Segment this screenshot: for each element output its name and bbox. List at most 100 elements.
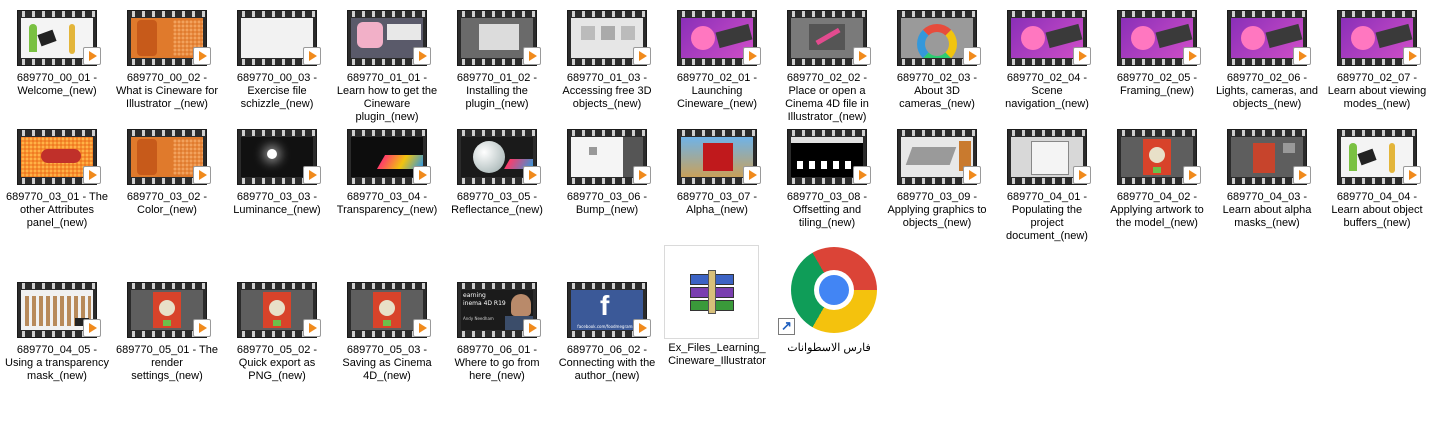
- video-file-item[interactable]: 689770_02_04 - Scene navigation_(new): [995, 3, 1099, 113]
- video-file-item[interactable]: 689770_04_04 - Learn about object buffer…: [1325, 122, 1429, 232]
- file-name-label: 689770_02_03 - About 3D cameras_(new): [896, 72, 978, 110]
- thumb-text: facebook.com/foodmegrammy: [577, 324, 639, 329]
- film-strip: [1118, 11, 1196, 17]
- file-name-label: 689770_03_08 - Offsetting and tiling_(ne…: [786, 191, 868, 229]
- play-icon: [303, 319, 321, 337]
- file-name-label: 689770_04_03 - Learn about alpha masks_(…: [1222, 191, 1312, 229]
- file-name-label: 689770_02_01 - Launching Cineware_(new): [676, 72, 758, 110]
- video-file-item[interactable]: 689770_03_07 - Alpha_(new): [665, 122, 769, 232]
- video-file-item[interactable]: 689770_03_05 - Reflectance_(new): [445, 122, 549, 232]
- film-strip: [568, 283, 646, 289]
- thumb-text: earning: [463, 292, 486, 299]
- play-icon: [633, 319, 651, 337]
- video-file-item[interactable]: 689770_05_03 - Saving as Cinema 4D_(new): [335, 275, 439, 385]
- film-strip: [348, 130, 426, 136]
- play-icon: [523, 47, 541, 65]
- file-name-label: 689770_03_02 - Color_(new): [126, 191, 208, 216]
- video-file-item[interactable]: 689770_02_05 - Framing_(new): [1105, 3, 1209, 113]
- video-file-item[interactable]: 689770_05_02 - Quick export as PNG_(new): [225, 275, 329, 385]
- film-strip: [788, 130, 866, 136]
- chrome-shortcut-item[interactable]: فارس الاسطوانات: [777, 245, 881, 365]
- film-strip: [128, 283, 206, 289]
- video-file-item[interactable]: 689770_00_03 - Exercise file schizzle_(n…: [225, 3, 329, 113]
- film-strip: [1118, 130, 1196, 136]
- winrar-archive-icon: [664, 245, 759, 339]
- facebook-logo: f: [600, 290, 610, 321]
- play-icon: [743, 47, 761, 65]
- file-grid: 689770_00_01 - Welcome_(new) 689770_00_02…: [0, 0, 1441, 425]
- video-file-item[interactable]: 689770_04_03 - Learn about alpha masks_(…: [1215, 122, 1319, 232]
- video-file-item[interactable]: 689770_02_02 - Place or open a Cinema 4D…: [775, 3, 879, 123]
- film-strip: [128, 130, 206, 136]
- file-name-label: 689770_05_02 - Quick export as PNG_(new): [236, 344, 318, 382]
- video-file-item[interactable]: 689770_03_08 - Offsetting and tiling_(ne…: [775, 122, 879, 232]
- play-icon: [633, 166, 651, 184]
- film-strip: [1008, 11, 1086, 17]
- file-name-label: 689770_02_04 - Scene navigation_(new): [1005, 72, 1089, 110]
- play-icon: [743, 166, 761, 184]
- play-icon: [413, 166, 431, 184]
- film-strip: [458, 130, 536, 136]
- film-strip: [348, 11, 426, 17]
- video-file-item[interactable]: 689770_03_03 - Luminance_(new): [225, 122, 329, 232]
- archive-file-item[interactable]: Ex_Files_Learning_Cineware_Illustrator: [664, 245, 769, 385]
- video-file-item[interactable]: 689770_02_06 - Lights, cameras, and obje…: [1215, 3, 1319, 113]
- film-strip: [1228, 130, 1306, 136]
- video-file-item[interactable]: 689770_03_02 - Color_(new): [115, 122, 219, 232]
- file-name-label: 689770_02_05 - Framing_(new): [1116, 72, 1198, 97]
- archive-belt: [708, 270, 716, 314]
- video-file-item[interactable]: 689770_01_02 - Installing the plugin_(ne…: [445, 3, 549, 113]
- film-strip: [898, 11, 976, 17]
- film-strip: [458, 283, 536, 289]
- file-name-label: 689770_05_01 - The render settings_(new): [116, 344, 218, 382]
- video-file-item[interactable]: 689770_04_05 - Using a transparency mask…: [5, 275, 109, 385]
- video-file-item[interactable]: 689770_01_03 - Accessing free 3D objects…: [555, 3, 659, 113]
- play-icon: [303, 47, 321, 65]
- play-icon: [193, 47, 211, 65]
- file-name-label: 689770_03_06 - Bump_(new): [566, 191, 648, 216]
- video-file-item[interactable]: f facebook.com/foodmegrammy 689770_06_02 -…: [555, 275, 659, 385]
- film-strip: [238, 130, 316, 136]
- video-file-item[interactable]: 689770_02_03 - About 3D cameras_(new): [885, 3, 989, 113]
- play-icon: [1403, 47, 1421, 65]
- thumb-text: inema 4D R19: [463, 300, 506, 307]
- video-file-item[interactable]: 689770_03_04 - Transparency_(new): [335, 122, 439, 232]
- file-name-label: 689770_06_01 - Where to go from here_(ne…: [454, 344, 540, 382]
- video-file-item[interactable]: earning inema 4D R19 Andy Needham 689770_06…: [445, 275, 549, 385]
- video-file-item[interactable]: 689770_04_01 - Populating the project do…: [995, 122, 1099, 242]
- film-strip: [348, 283, 426, 289]
- film-strip: [788, 11, 866, 17]
- video-file-item[interactable]: 689770_03_01 - The other Attributes pane…: [5, 122, 109, 232]
- play-icon: [83, 319, 101, 337]
- video-file-item[interactable]: 689770_03_06 - Bump_(new): [555, 122, 659, 232]
- video-file-item[interactable]: 689770_00_01 - Welcome_(new): [5, 3, 109, 113]
- file-name-label: Ex_Files_Learning_Cineware_Illustrator: [668, 342, 766, 367]
- film-strip: [1228, 11, 1306, 17]
- play-icon: [193, 166, 211, 184]
- play-icon: [413, 47, 431, 65]
- video-file-item[interactable]: 689770_01_01 - Learn how to get the Cine…: [335, 3, 439, 123]
- video-file-item[interactable]: 689770_00_02 - What is Cineware for Illu…: [115, 3, 219, 113]
- film-strip: [1338, 11, 1416, 17]
- video-file-item[interactable]: 689770_03_09 - Applying graphics to obje…: [885, 122, 989, 232]
- play-icon: [523, 319, 541, 337]
- video-file-item[interactable]: 689770_02_01 - Launching Cineware_(new): [665, 3, 769, 113]
- file-name-label: 689770_03_05 - Reflectance_(new): [451, 191, 543, 216]
- film-strip: [458, 11, 536, 17]
- video-file-item[interactable]: 689770_04_02 - Applying artwork to the m…: [1105, 122, 1209, 232]
- shortcut-arrow-icon: [778, 318, 795, 335]
- video-file-item[interactable]: 689770_05_01 - The render settings_(new): [115, 275, 219, 385]
- play-icon: [1073, 47, 1091, 65]
- file-name-label: 689770_06_02 - Connecting with the autho…: [558, 344, 656, 382]
- file-name-label: 689770_00_02 - What is Cineware for Illu…: [115, 72, 219, 110]
- film-strip: [1338, 130, 1416, 136]
- video-file-item[interactable]: 689770_02_07 - Learn about viewing modes…: [1325, 3, 1429, 113]
- file-name-label: 689770_00_03 - Exercise file schizzle_(n…: [236, 72, 318, 110]
- film-strip: [18, 283, 96, 289]
- chrome-core: [819, 275, 849, 305]
- file-name-label: 689770_01_01 - Learn how to get the Cine…: [336, 72, 438, 123]
- film-strip: [128, 11, 206, 17]
- film-strip: [678, 11, 756, 17]
- file-name-label: 689770_04_05 - Using a transparency mask…: [5, 344, 109, 382]
- play-icon: [193, 319, 211, 337]
